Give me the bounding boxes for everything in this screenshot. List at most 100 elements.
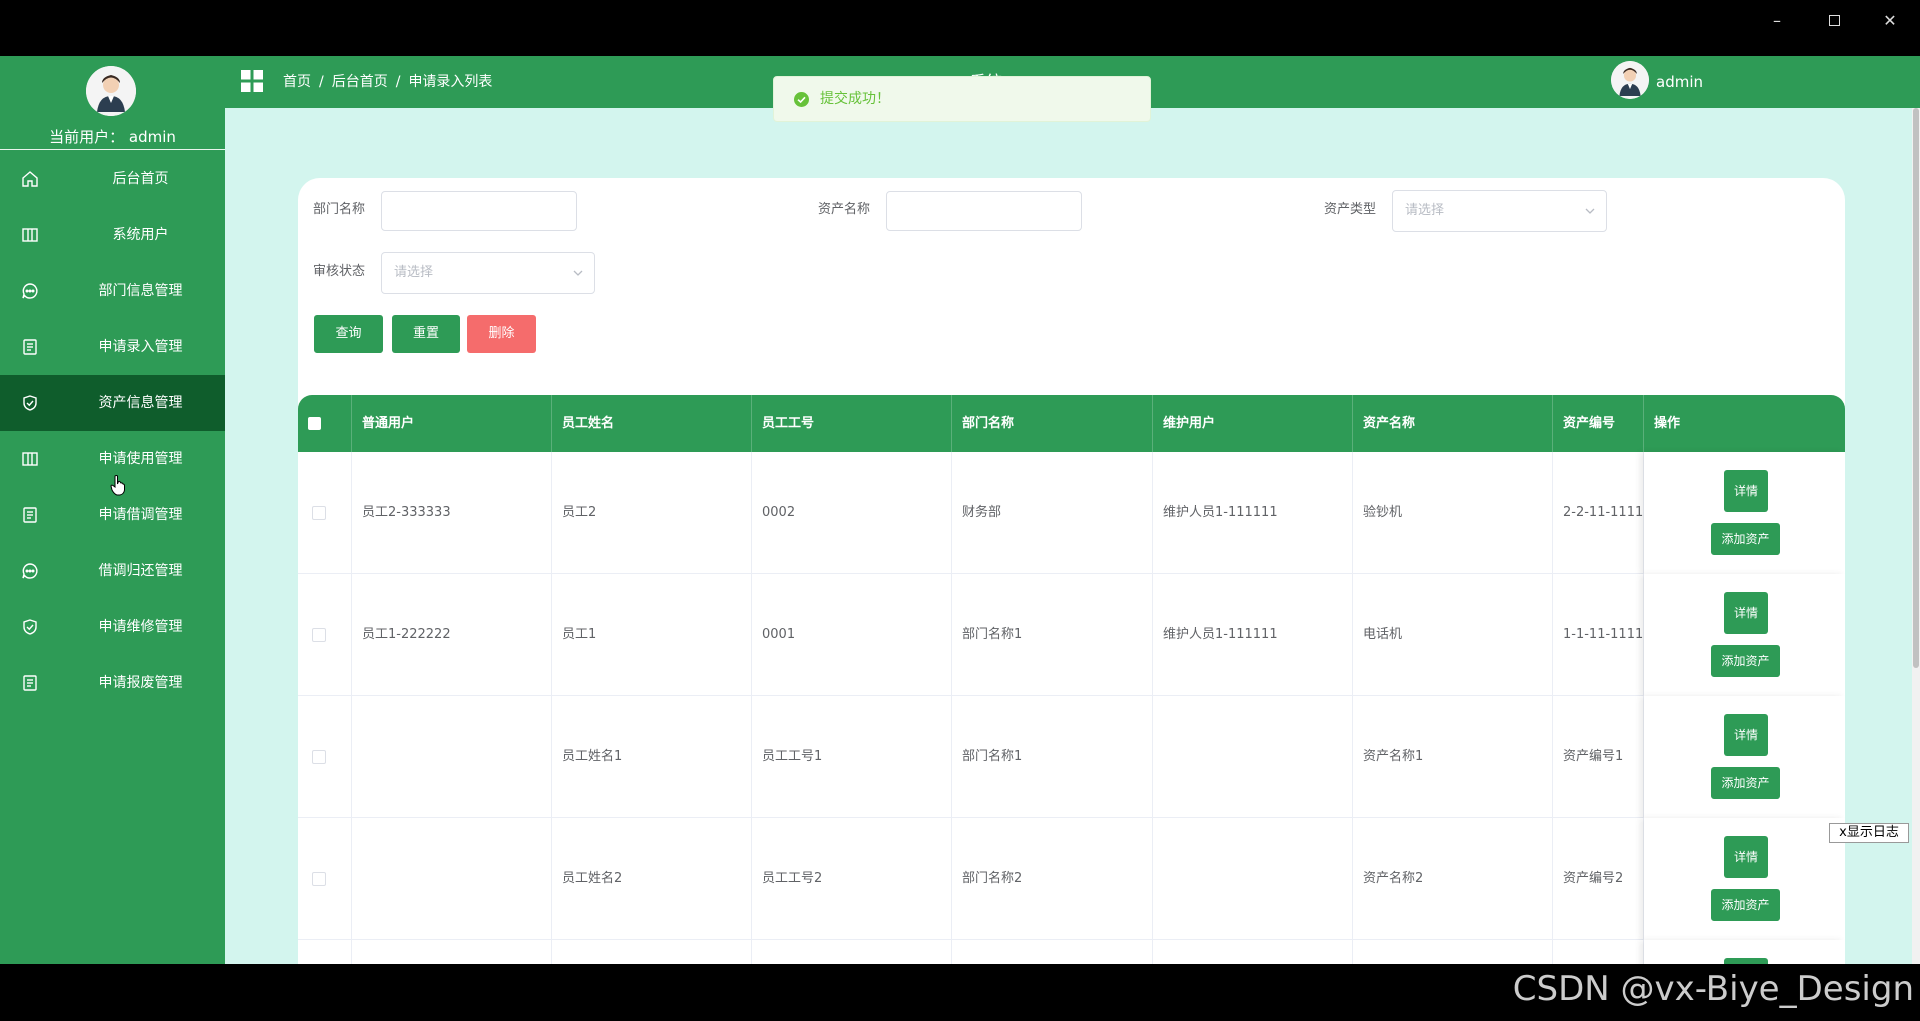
delete-button[interactable]: 删除 bbox=[467, 315, 536, 353]
scrollbar-thumb[interactable] bbox=[1913, 108, 1919, 668]
row-checkbox[interactable] bbox=[312, 628, 326, 642]
toast-message: 提交成功！ bbox=[820, 91, 890, 107]
sidebar-menu: 后台首页 系统用户 部门信息管理 申请录入管理 资产信息管理 申请使用管理 申请… bbox=[0, 151, 225, 711]
shield-icon bbox=[21, 394, 39, 412]
cell-empty bbox=[952, 940, 1153, 964]
cell-asset-code: 资产编号1 bbox=[1553, 696, 1644, 818]
cell-empty bbox=[1153, 940, 1353, 964]
sidebar-item-label: 申请录入管理 bbox=[98, 339, 183, 355]
cell-empty bbox=[1553, 940, 1644, 964]
table-row: 员工1-222222 员工1 0001 部门名称1 维护人员1-111111 电… bbox=[298, 574, 1845, 696]
watermark-text: CSDN @vx-Biye_Design bbox=[1512, 969, 1914, 1009]
cell-maintainer bbox=[1153, 818, 1353, 940]
chat-icon bbox=[21, 562, 39, 580]
actions-cell: 详情 添加资产 bbox=[1644, 818, 1845, 940]
home-icon bbox=[21, 170, 39, 188]
row-check-cell bbox=[298, 818, 352, 940]
current-user-label: 当前用户： admin bbox=[49, 128, 176, 146]
grid-menu-icon[interactable] bbox=[240, 69, 264, 93]
asset-name-input[interactable] bbox=[886, 191, 1082, 231]
col-maintainer[interactable]: 维护用户 bbox=[1153, 395, 1353, 452]
minimize-icon[interactable]: – bbox=[1755, 6, 1799, 36]
dept-label: 部门名称 bbox=[313, 202, 366, 217]
cell-employee-id: 0001 bbox=[752, 574, 952, 696]
breadcrumb-home[interactable]: 首页 bbox=[283, 74, 311, 90]
breadcrumb-separator: / bbox=[395, 74, 401, 90]
close-icon[interactable]: ✕ bbox=[1868, 6, 1912, 36]
maximize-icon[interactable] bbox=[1812, 6, 1856, 36]
header-avatar[interactable] bbox=[1611, 61, 1649, 99]
header-username[interactable]: admin bbox=[1656, 56, 1703, 108]
sidebar-item-label: 部门信息管理 bbox=[98, 283, 183, 299]
reset-button[interactable]: 重置 bbox=[392, 315, 460, 353]
actions-cell: 详情 添加资产 bbox=[1644, 452, 1845, 574]
add-asset-button[interactable]: 添加资产 bbox=[1711, 767, 1780, 799]
row-checkbox[interactable] bbox=[312, 872, 326, 886]
hand-cursor-icon bbox=[110, 474, 126, 496]
sidebar-item-repair-request[interactable]: 申请维修管理 bbox=[0, 599, 225, 655]
chat-icon bbox=[21, 282, 39, 300]
audit-status-select[interactable]: 请选择 bbox=[381, 252, 595, 294]
audit-status-label: 审核状态 bbox=[313, 264, 366, 279]
select-all-checkbox[interactable] bbox=[308, 417, 321, 430]
breadcrumb-dashboard[interactable]: 后台首页 bbox=[332, 74, 388, 90]
cell-asset-code: 资产编号2 bbox=[1553, 818, 1644, 940]
sidebar-item-department[interactable]: 部门信息管理 bbox=[0, 263, 225, 319]
show-log-button[interactable]: x显示日志 bbox=[1829, 823, 1909, 843]
cell-empty bbox=[1353, 940, 1553, 964]
cell-normal-user: 员工1-222222 bbox=[352, 574, 552, 696]
sidebar-item-label: 申请维修管理 bbox=[98, 619, 183, 635]
cell-department: 财务部 bbox=[952, 452, 1153, 574]
sidebar-item-asset-info[interactable]: 资产信息管理 bbox=[0, 375, 225, 431]
row-checkbox[interactable] bbox=[312, 506, 326, 520]
cell-employee-id: 0002 bbox=[752, 452, 952, 574]
breadcrumb: 首页 / 后台首页 / 申请录入列表 bbox=[283, 56, 492, 108]
cell-employee-id: 员工工号2 bbox=[752, 818, 952, 940]
sidebar-item-system-users[interactable]: 系统用户 bbox=[0, 207, 225, 263]
sidebar-item-transfer-return[interactable]: 借调归还管理 bbox=[0, 543, 225, 599]
col-actions: 操作 bbox=[1654, 416, 1681, 431]
asset-type-placeholder: 请选择 bbox=[1405, 203, 1445, 218]
sidebar-item-scrap-request[interactable]: 申请报废管理 bbox=[0, 655, 225, 711]
cell-department: 部门名称2 bbox=[952, 818, 1153, 940]
success-check-icon bbox=[794, 92, 809, 107]
success-toast: 提交成功！ bbox=[773, 76, 1151, 122]
shield-icon bbox=[21, 618, 39, 636]
cell-employee-name: 员工姓名1 bbox=[552, 696, 752, 818]
col-employee-id[interactable]: 员工工号 bbox=[752, 395, 952, 452]
cell-department: 部门名称1 bbox=[952, 696, 1153, 818]
cell-empty bbox=[752, 940, 952, 964]
detail-button[interactable]: 详情 bbox=[1724, 470, 1768, 512]
row-checkbox[interactable] bbox=[312, 750, 326, 764]
chevron-down-icon bbox=[572, 267, 584, 279]
sidebar-item-dashboard[interactable]: 后台首页 bbox=[0, 151, 225, 207]
dept-input[interactable] bbox=[381, 191, 577, 231]
avatar[interactable] bbox=[86, 66, 136, 116]
asset-type-select[interactable]: 请选择 bbox=[1392, 190, 1607, 232]
sidebar-divider bbox=[0, 149, 225, 150]
window-titlebar: – ✕ bbox=[0, 0, 1920, 56]
add-asset-button[interactable]: 添加资产 bbox=[1711, 889, 1780, 921]
audit-status-placeholder: 请选择 bbox=[394, 265, 434, 280]
query-button[interactable]: 查询 bbox=[314, 315, 383, 353]
col-employee-name[interactable]: 员工姓名 bbox=[552, 395, 752, 452]
cell-normal-user bbox=[352, 696, 552, 818]
sidebar: 当前用户： admin 后台首页 系统用户 部门信息管理 申请录入管理 资产信息 bbox=[0, 56, 225, 964]
detail-button[interactable]: 详情 bbox=[1724, 714, 1768, 756]
add-asset-button[interactable]: 添加资产 bbox=[1711, 523, 1780, 555]
col-asset-name[interactable]: 资产名称 bbox=[1353, 395, 1553, 452]
sidebar-item-application-entry[interactable]: 申请录入管理 bbox=[0, 319, 225, 375]
table-row-partial bbox=[298, 940, 1845, 964]
document-icon bbox=[21, 674, 39, 692]
table-row: 员工姓名1 员工工号1 部门名称1 资产名称1 资产编号1 详情 添加资产 bbox=[298, 696, 1845, 818]
col-normal-user[interactable]: 普通用户 bbox=[352, 395, 552, 452]
detail-button[interactable]: 详情 bbox=[1724, 592, 1768, 634]
detail-button[interactable]: 详情 bbox=[1724, 836, 1768, 878]
col-asset-code[interactable]: 资产编号 bbox=[1553, 395, 1644, 452]
cell-asset-name: 资产名称1 bbox=[1353, 696, 1553, 818]
add-asset-button[interactable]: 添加资产 bbox=[1711, 645, 1780, 677]
breadcrumb-current: 申请录入列表 bbox=[408, 74, 493, 90]
select-all-cell bbox=[298, 395, 352, 452]
col-department[interactable]: 部门名称 bbox=[952, 395, 1153, 452]
asset-table: 普通用户 员工姓名 员工工号 部门名称 维护用户 资产名称 资产编号 操作 员工… bbox=[298, 395, 1845, 964]
